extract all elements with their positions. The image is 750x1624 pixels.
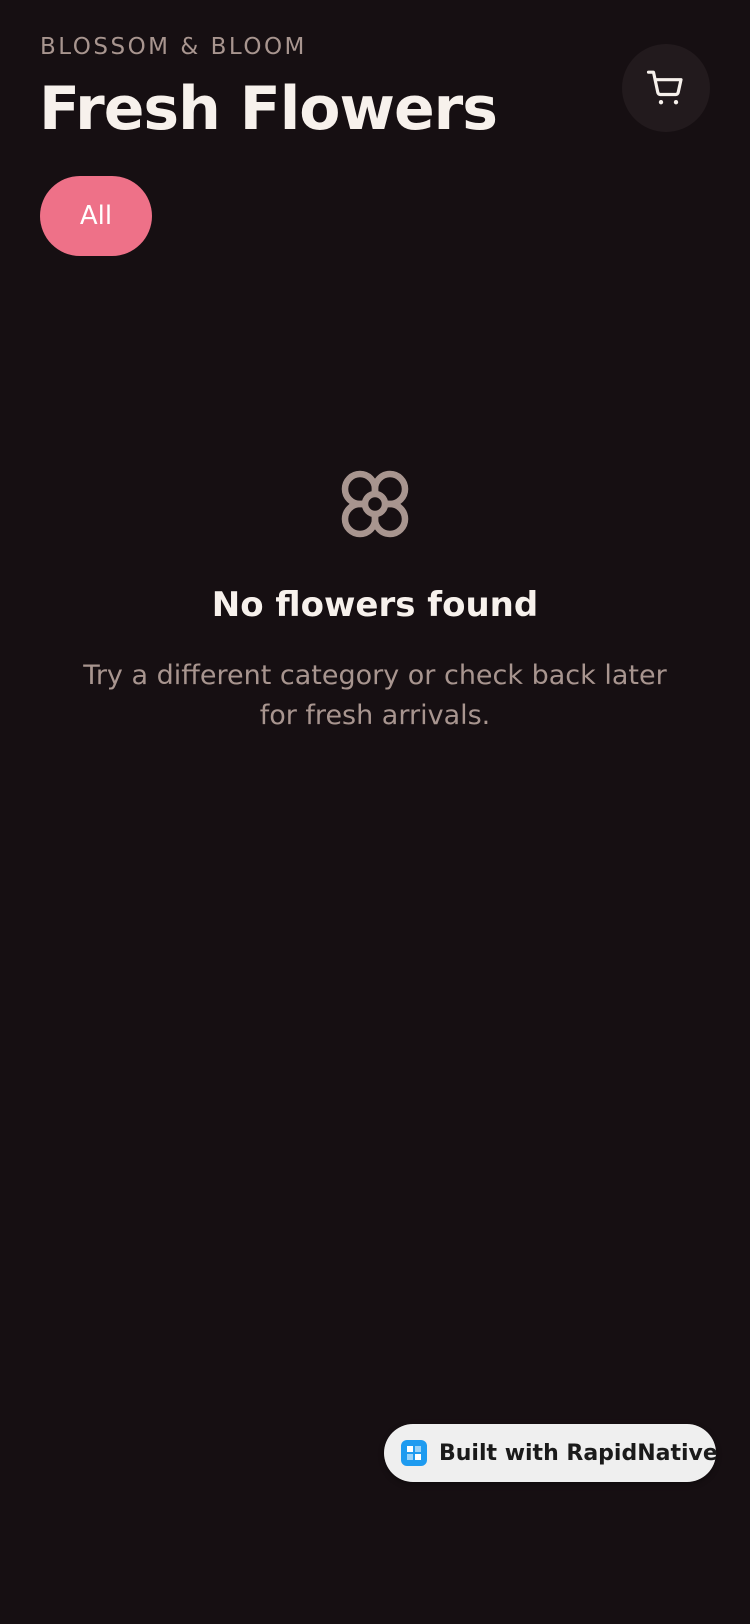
rapidnative-logo-icon	[401, 1440, 427, 1466]
cart-button[interactable]	[622, 44, 710, 132]
built-with-label: Built with RapidNative	[439, 1440, 718, 1466]
brand-name: BLOSSOM & BLOOM	[40, 34, 307, 60]
category-chip-label: All	[79, 201, 113, 231]
empty-state-title: No flowers found	[211, 585, 539, 625]
cart-icon	[646, 70, 683, 105]
built-with-badge[interactable]: Built with RapidNative	[384, 1424, 718, 1482]
page-title: Fresh Flowers	[39, 74, 498, 144]
category-chip-all[interactable]: All	[40, 176, 152, 256]
empty-state-description: Try a different category or check back l…	[83, 660, 667, 731]
flower-icon	[341, 470, 409, 538]
